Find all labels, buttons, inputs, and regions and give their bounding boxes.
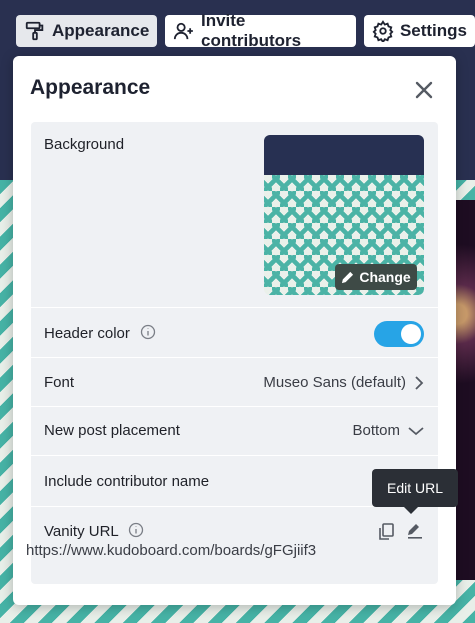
- new-post-placement-label: New post placement: [44, 422, 180, 439]
- header-color-row: Header color: [31, 309, 438, 358]
- header-color-label: Header color: [44, 324, 156, 342]
- copy-icon[interactable]: [376, 522, 396, 542]
- toggle-knob: [401, 324, 421, 344]
- background-label: Background: [44, 136, 125, 153]
- change-label: Change: [359, 269, 411, 285]
- gear-icon: [372, 20, 394, 42]
- font-label: Font: [44, 374, 75, 391]
- tooltip-arrow: [404, 507, 418, 514]
- info-icon[interactable]: [128, 522, 144, 538]
- new-post-placement-row[interactable]: New post placement Bottom: [31, 408, 438, 456]
- info-icon[interactable]: [140, 324, 156, 340]
- edit-url-icon[interactable]: [406, 522, 424, 540]
- chevron-right-icon: [415, 375, 424, 390]
- settings-card: Background Change Header color Font Muse…: [31, 122, 438, 584]
- panel-title: Appearance: [30, 76, 151, 99]
- edit-url-tooltip: Edit URL: [372, 469, 458, 507]
- font-value: Museo Sans (default): [263, 374, 406, 391]
- change-background-button[interactable]: Change: [335, 264, 417, 290]
- header-color-text: Header color: [44, 325, 130, 342]
- appearance-button[interactable]: Appearance: [16, 15, 158, 47]
- invite-label: Invite contributors: [200, 11, 302, 50]
- vanity-url-text: Vanity URL: [44, 523, 119, 540]
- board-toolbar: Appearance Invite contributors Settings: [0, 0, 475, 62]
- close-icon[interactable]: [414, 80, 434, 100]
- font-row[interactable]: Font Museo Sans (default): [31, 359, 438, 407]
- add-user-icon: [174, 22, 194, 40]
- appearance-label: Appearance: [52, 21, 150, 40]
- vanity-url-value: https://www.kudoboard.com/boards/gFGjiif…: [26, 542, 317, 559]
- placement-value: Bottom: [352, 422, 400, 439]
- header-color-toggle[interactable]: [374, 321, 424, 347]
- settings-button[interactable]: Settings: [363, 15, 475, 47]
- paint-roller-icon: [25, 21, 44, 41]
- preview-header: [264, 135, 424, 175]
- appearance-panel: Appearance Background Change Header colo…: [13, 56, 456, 605]
- background-row: Background Change: [31, 122, 438, 308]
- settings-label: Settings: [399, 21, 467, 40]
- chevron-down-icon: [408, 426, 424, 435]
- invite-contributors-button[interactable]: Invite contributors: [165, 11, 356, 50]
- vanity-url-label: Vanity URL: [44, 522, 144, 540]
- include-contributor-label: Include contributor name: [44, 473, 210, 490]
- pencil-icon: [342, 271, 354, 283]
